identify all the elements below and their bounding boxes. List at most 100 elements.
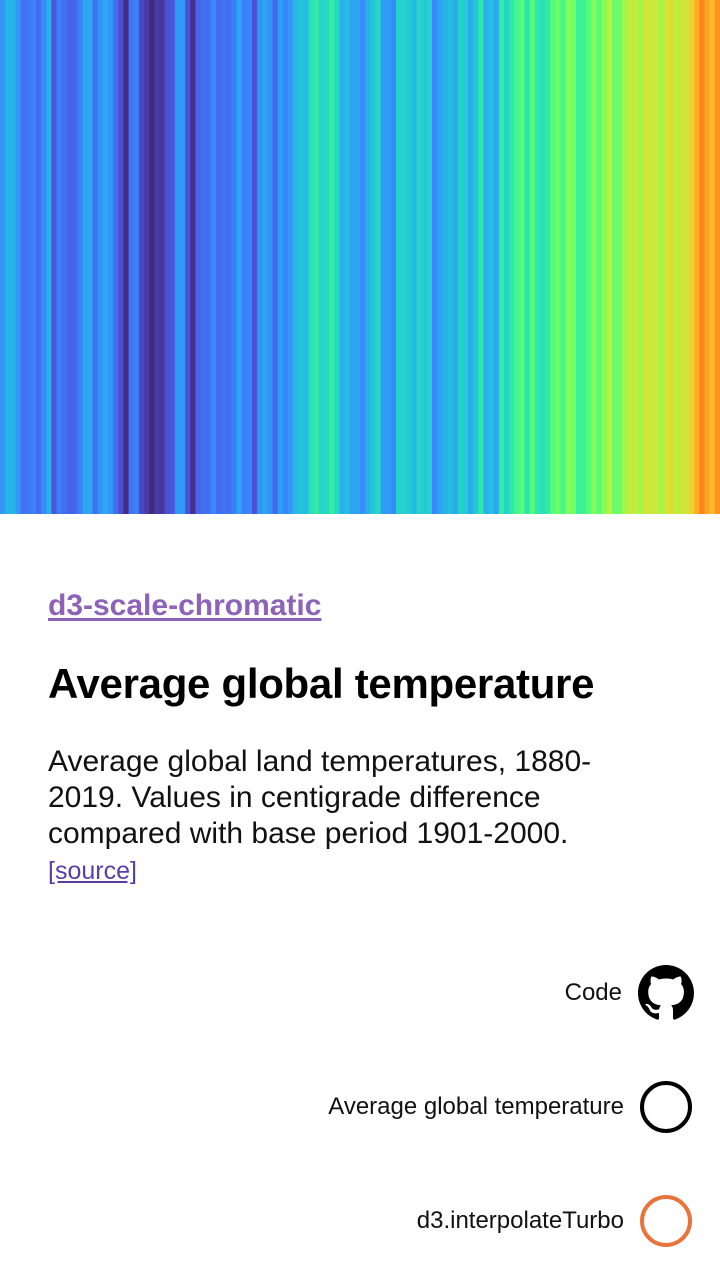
stripe-1963	[426, 0, 433, 514]
stripe-1976	[493, 0, 500, 514]
stripe-1986	[545, 0, 551, 514]
stripe-1948	[349, 0, 356, 514]
stripe-1906	[133, 0, 140, 514]
stripe-1957	[396, 0, 402, 514]
stripe-1889	[46, 0, 53, 514]
stripe-2006	[648, 0, 654, 514]
stripe-1997	[601, 0, 608, 514]
dataset-menu-item[interactable]: Average global temperature	[328, 1078, 694, 1136]
stripe-1943	[324, 0, 330, 514]
stripe-1937	[293, 0, 299, 514]
stripe-2001	[622, 0, 629, 514]
stripe-1983	[529, 0, 536, 514]
stripe-1895	[77, 0, 83, 514]
colormap-menu-item[interactable]: d3.interpolateTurbo	[417, 1192, 694, 1250]
source-link[interactable]: [source]	[48, 856, 137, 886]
stripe-1956	[390, 0, 397, 514]
stripe-1955	[385, 0, 392, 514]
stripe-1894	[72, 0, 78, 514]
stripe-1896	[82, 0, 89, 514]
stripe-2011	[673, 0, 680, 514]
stripe-2000	[617, 0, 623, 514]
stripe-1923	[221, 0, 227, 514]
stripe-1973	[478, 0, 485, 514]
stripe-1970	[462, 0, 469, 514]
code-menu-item[interactable]: Code	[565, 964, 694, 1022]
description-text: Average global land temperatures, 1880-2…	[48, 745, 592, 850]
stripe-1939	[303, 0, 310, 514]
stripe-1887	[36, 0, 42, 514]
stripe-1993	[581, 0, 587, 514]
stripe-1972	[473, 0, 479, 514]
stripe-1909	[149, 0, 155, 514]
stripe-2003	[632, 0, 639, 514]
stripe-1918	[195, 0, 202, 514]
stripe-1975	[488, 0, 495, 514]
stripe-1996	[596, 0, 603, 514]
stripe-1885	[25, 0, 32, 514]
stripe-1946	[339, 0, 346, 514]
stripe-1900	[102, 0, 109, 514]
stripe-1893	[66, 0, 73, 514]
info-panel: d3-scale-chromatic Average global temper…	[48, 586, 672, 888]
stripe-1960	[411, 0, 418, 514]
stripe-1915	[180, 0, 186, 514]
stripe-2007	[653, 0, 659, 514]
stripe-1888	[41, 0, 47, 514]
stripe-1914	[174, 0, 181, 514]
dataset-ring-icon[interactable]	[640, 1081, 692, 1133]
stripe-2008	[658, 0, 665, 514]
stripe-1954	[380, 0, 387, 514]
stripe-1952	[370, 0, 377, 514]
climate-stripes-chart	[0, 0, 720, 514]
stripe-1882	[10, 0, 17, 514]
stripe-2017	[704, 0, 711, 514]
stripe-1919	[200, 0, 207, 514]
stripe-1940	[308, 0, 315, 514]
stripe-1967	[447, 0, 454, 514]
stripe-1980	[514, 0, 521, 514]
stripe-1905	[128, 0, 135, 514]
stripe-1981	[519, 0, 526, 514]
stripe-1903	[118, 0, 125, 514]
stripe-1917	[190, 0, 197, 514]
stripe-1898	[92, 0, 99, 514]
stripe-2012	[678, 0, 685, 514]
stripe-1991	[570, 0, 577, 514]
stripe-1995	[591, 0, 598, 514]
stripe-1988	[555, 0, 562, 514]
stripe-1962	[421, 0, 428, 514]
stripe-2018	[709, 0, 716, 514]
stripe-2016	[699, 0, 706, 514]
github-icon[interactable]	[638, 965, 694, 1021]
library-link[interactable]: d3-scale-chromatic	[48, 586, 321, 626]
stripe-1930	[257, 0, 263, 514]
stripe-1911	[159, 0, 166, 514]
stripe-1929	[252, 0, 258, 514]
stripe-1965	[437, 0, 443, 514]
stripe-1910	[154, 0, 161, 514]
stripe-2005	[642, 0, 649, 514]
stripe-1912	[164, 0, 171, 514]
stripe-1945	[334, 0, 341, 514]
stripe-2014	[689, 0, 695, 514]
stripe-1941	[313, 0, 320, 514]
stripe-1932	[267, 0, 274, 514]
stripe-2010	[668, 0, 675, 514]
stripe-1880	[0, 0, 6, 514]
stripe-1959	[406, 0, 413, 514]
stripe-1974	[483, 0, 490, 514]
stripe-1899	[97, 0, 104, 514]
stripe-1927	[241, 0, 248, 514]
stripe-1892	[61, 0, 68, 514]
stripe-1987	[550, 0, 557, 514]
stripe-1968	[452, 0, 459, 514]
stripe-1891	[56, 0, 63, 514]
stripe-1949	[354, 0, 361, 514]
colormap-ring-icon[interactable]	[640, 1195, 692, 1247]
stripe-1925	[231, 0, 238, 514]
stripe-1926	[236, 0, 243, 514]
stripe-1964	[432, 0, 438, 514]
stripe-1998	[606, 0, 613, 514]
stripe-1990	[565, 0, 572, 514]
